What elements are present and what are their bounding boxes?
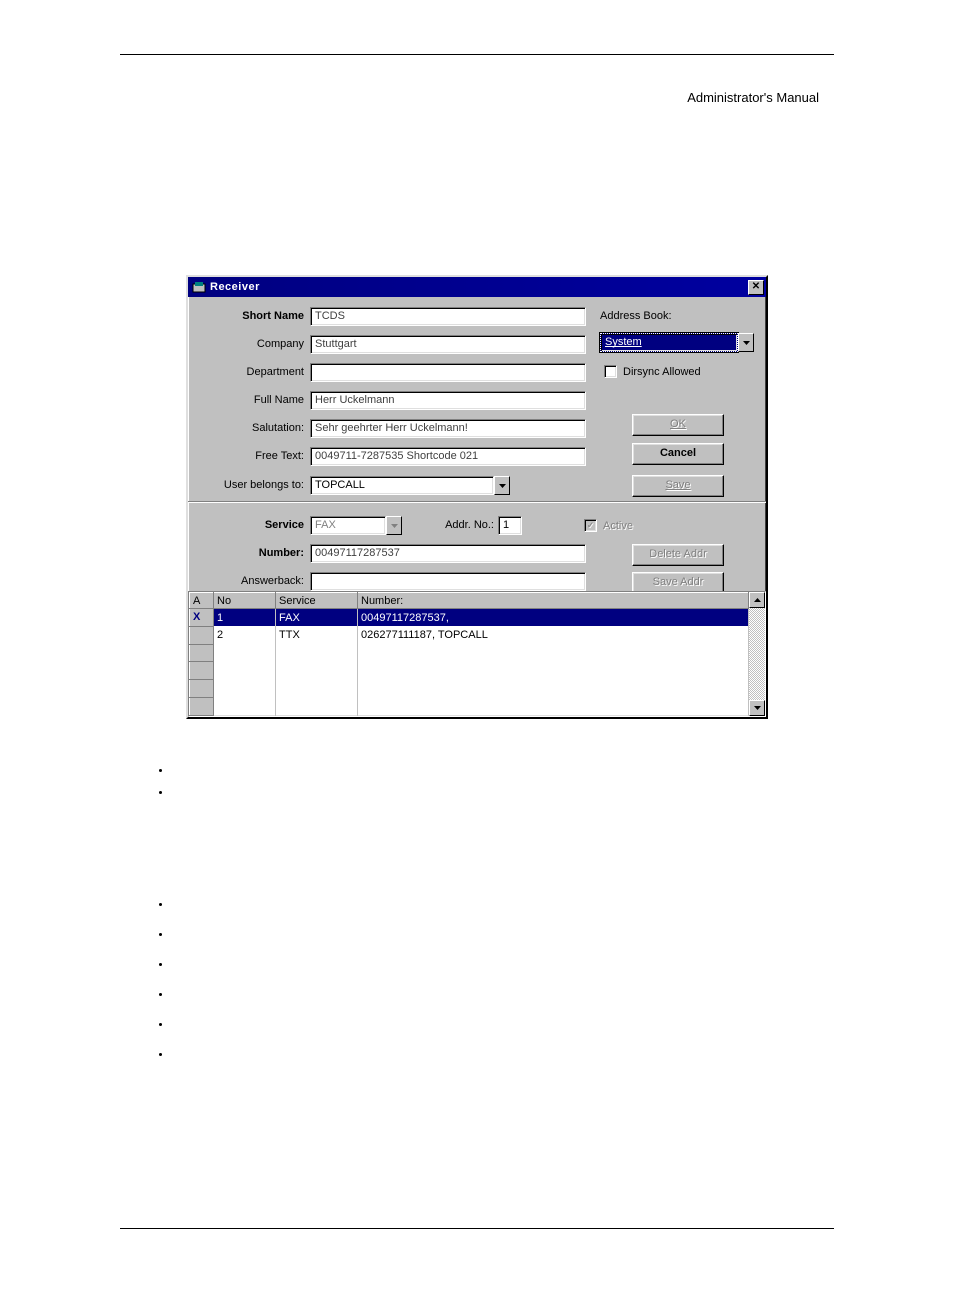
cancel-button[interactable]: Cancel: [632, 443, 724, 465]
col-no: No: [214, 593, 276, 609]
titlebar[interactable]: Receiver ✕: [188, 277, 766, 297]
close-icon[interactable]: ✕: [748, 280, 764, 295]
label-free-text: Free Text:: [188, 450, 304, 462]
bullet-list-2: [132, 899, 834, 1057]
label-department: Department: [188, 366, 304, 378]
department-input[interactable]: [310, 363, 586, 382]
table-row[interactable]: [190, 680, 749, 698]
label-salutation: Salutation:: [188, 422, 304, 434]
service-combo[interactable]: FAX: [310, 516, 402, 535]
salutation-input[interactable]: Sehr geehrter Herr Uckelmann!: [310, 419, 586, 438]
scrollbar-track[interactable]: [749, 608, 765, 700]
checkbox-icon: ✓: [584, 519, 597, 532]
full-name-input[interactable]: Herr Uckelmann: [310, 391, 586, 410]
number-input[interactable]: 00497117287537: [310, 544, 586, 563]
dirsync-label: Dirsync Allowed: [623, 366, 701, 378]
ok-button[interactable]: OK: [632, 414, 724, 436]
chevron-down-icon[interactable]: [738, 333, 754, 352]
receiver-dialog: Receiver ✕ Short Name TCDS Company Stutt…: [186, 275, 768, 719]
addr-no-input[interactable]: 1: [498, 516, 522, 535]
scroll-down-icon[interactable]: [749, 700, 765, 716]
chevron-down-icon[interactable]: [494, 476, 510, 495]
table-row[interactable]: [190, 662, 749, 680]
dirsync-checkbox[interactable]: Dirsync Allowed: [604, 365, 701, 378]
chevron-down-icon: [386, 516, 402, 535]
label-service: Service: [188, 519, 304, 531]
short-name-input[interactable]: TCDS: [310, 307, 586, 326]
answerback-input[interactable]: [310, 572, 586, 591]
user-belongs-combo[interactable]: TOPCALL: [310, 476, 510, 495]
label-short-name: Short Name: [188, 310, 304, 322]
active-label: Active: [603, 520, 633, 532]
dialog-title: Receiver: [210, 281, 260, 293]
company-input[interactable]: Stuttgart: [310, 335, 586, 354]
table-row[interactable]: [190, 644, 749, 662]
col-number: Number:: [358, 593, 749, 609]
scroll-up-icon[interactable]: [749, 592, 765, 608]
bullet-list-1: [132, 765, 834, 795]
address-book-combo[interactable]: System: [600, 333, 754, 352]
free-text-input[interactable]: 0049711-7287535 Shortcode 021: [310, 447, 586, 466]
delete-addr-button[interactable]: Delete Addr: [632, 544, 724, 566]
label-answerback: Answerback:: [188, 575, 304, 587]
col-service: Service: [276, 593, 358, 609]
table-row[interactable]: [190, 698, 749, 716]
active-checkbox: ✓ Active: [584, 519, 633, 532]
col-a: A: [190, 593, 214, 609]
label-user-belongs: User belongs to:: [188, 479, 304, 491]
header-rule: [120, 54, 834, 55]
table-row[interactable]: X 1 FAX 00497117287537,: [190, 609, 749, 627]
checkbox-icon: [604, 365, 617, 378]
app-icon: [192, 280, 206, 294]
table-header-row: A No Service Number:: [190, 593, 749, 609]
scrollbar[interactable]: [749, 592, 765, 716]
save-button[interactable]: Save: [632, 475, 724, 497]
label-addr-no: Addr. No.:: [414, 519, 494, 531]
footer-rule: [120, 1228, 834, 1229]
label-company: Company: [188, 338, 304, 350]
label-number: Number:: [188, 547, 304, 559]
label-full-name: Full Name: [188, 394, 304, 406]
label-address-book: Address Book:: [600, 310, 720, 322]
page-header: Administrator's Manual: [687, 90, 819, 105]
address-table[interactable]: A No Service Number: X 1 FAX 00497117287…: [188, 591, 766, 717]
table-row[interactable]: 2 TTX 026277111187, TOPCALL: [190, 626, 749, 644]
